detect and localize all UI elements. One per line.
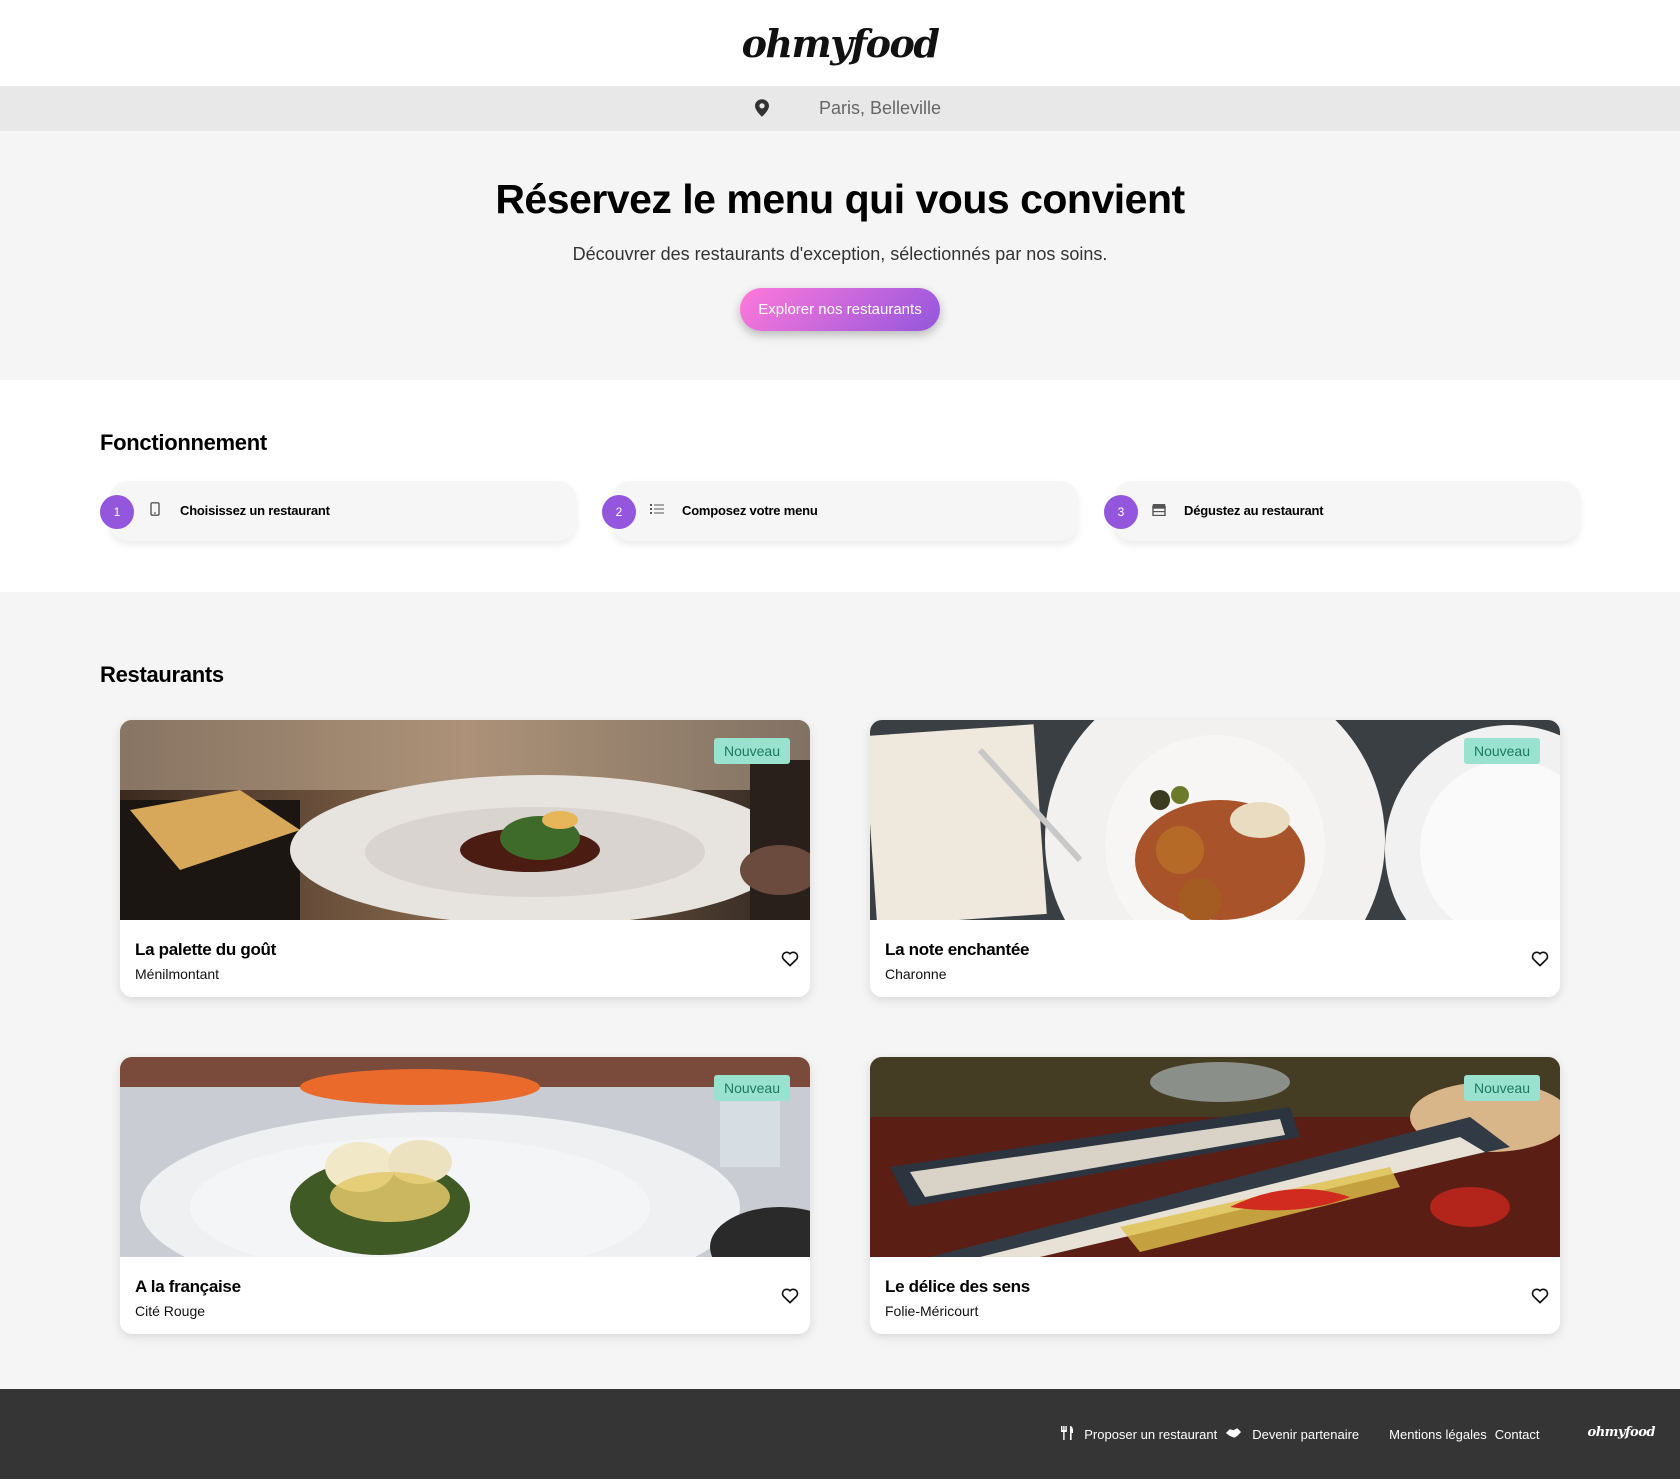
restaurants-grid: Nouveau La palette du goût Ménilmontant <box>120 720 1580 1334</box>
restaurant-district: Ménilmontant <box>135 966 220 982</box>
phone-icon <box>148 501 162 517</box>
location-text: Paris, Belleville <box>818 98 942 118</box>
restaurant-photo: Nouveau <box>120 720 810 920</box>
restaurant-card[interactable]: Nouveau Le délice des sens Folie-Méricou… <box>870 1057 1560 1334</box>
footer-link-propose-restaurant[interactable]: Proposer un restaurant <box>1060 1425 1218 1443</box>
footer-link-become-partner[interactable]: Devenir partenaire <box>1225 1427 1359 1442</box>
how-it-works-section: Fonctionnement 1 Choisissez un restauran… <box>0 380 1680 592</box>
step-label: Choisissez un restaurant <box>180 503 330 518</box>
restaurant-district: Cité Rouge <box>135 1303 206 1319</box>
restaurant-name: A la française <box>135 1277 241 1296</box>
hero-section: Réservez le menu qui vous convient Décou… <box>0 131 1680 380</box>
step-label: Dégustez au restaurant <box>1184 503 1324 518</box>
heart-icon[interactable] <box>1531 950 1549 968</box>
restaurant-name: Le délice des sens <box>885 1277 1030 1296</box>
location-bar: Paris, Belleville <box>0 86 1680 131</box>
heart-icon[interactable] <box>781 1287 799 1305</box>
heart-icon[interactable] <box>781 950 799 968</box>
step-number-badge: 3 <box>1104 495 1138 529</box>
restaurant-photo: Nouveau <box>870 720 1560 920</box>
explore-restaurants-button[interactable]: Explorer nos restaurants <box>740 288 940 332</box>
step-label: Composez votre menu <box>682 503 818 518</box>
step-number-badge: 2 <box>602 495 636 529</box>
new-badge: Nouveau <box>713 1075 790 1101</box>
map-pin-icon <box>754 98 771 119</box>
logo[interactable]: ohmyfood <box>742 21 940 66</box>
step-number-badge: 1 <box>100 495 134 529</box>
handshake-icon <box>1225 1427 1242 1442</box>
restaurant-name: La note enchantée <box>885 940 1030 959</box>
restaurants-section: Restaurants Nouveau La palette du goût M… <box>0 592 1680 1389</box>
restaurant-district: Charonne <box>885 966 947 982</box>
restaurant-card[interactable]: Nouveau La palette du goût Ménilmontant <box>120 720 810 997</box>
new-badge: Nouveau <box>1463 1075 1540 1101</box>
footer-link-label: Devenir partenaire <box>1252 1426 1360 1442</box>
restaurant-district: Folie-Méricourt <box>885 1303 979 1319</box>
site-header: ohmyfood <box>0 0 1680 86</box>
steps-list: 1 Choisissez un restaurant 2 Composez vo… <box>100 481 1580 541</box>
step-item: 1 Choisissez un restaurant <box>100 481 576 541</box>
footer-link-legal[interactable]: Mentions légales <box>1389 1427 1487 1442</box>
footer-link-label: Proposer un restaurant <box>1084 1426 1218 1442</box>
store-icon <box>1152 501 1166 517</box>
how-title: Fonctionnement <box>100 430 267 455</box>
hero-subtitle: Découvrer des restaurants d'exception, s… <box>572 244 1108 265</box>
restaurants-title: Restaurants <box>100 662 224 687</box>
restaurant-card[interactable]: Nouveau La note enchantée Charonne <box>870 720 1560 997</box>
new-badge: Nouveau <box>1463 738 1540 764</box>
restaurant-name: La palette du goût <box>135 940 276 959</box>
restaurant-photo: Nouveau <box>120 1057 810 1257</box>
heart-icon[interactable] <box>1531 1287 1549 1305</box>
restaurant-card[interactable]: Nouveau A la française Cité Rouge <box>120 1057 810 1334</box>
new-badge: Nouveau <box>713 738 790 764</box>
step-item: 3 Dégustez au restaurant <box>1104 481 1580 541</box>
utensils-icon <box>1060 1425 1074 1443</box>
step-item: 2 Composez votre menu <box>602 481 1078 541</box>
footer-logo[interactable]: ohmyfood <box>1588 1425 1656 1440</box>
list-icon <box>650 501 664 517</box>
hero-title: Réservez le menu qui vous convient <box>495 176 1185 222</box>
site-footer: Proposer un restaurant Devenir partenair… <box>0 1389 1680 1479</box>
restaurant-photo: Nouveau <box>870 1057 1560 1257</box>
footer-link-contact[interactable]: Contact <box>1495 1427 1540 1442</box>
